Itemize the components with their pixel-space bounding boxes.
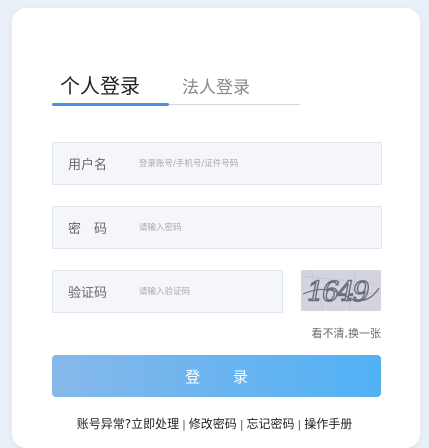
username-field: 用户名 [52, 142, 382, 185]
username-input[interactable] [139, 143, 339, 184]
user-manual-link[interactable]: 操作手册 [304, 417, 352, 431]
password-field: 密 码 [52, 206, 382, 249]
active-tab-indicator [52, 103, 169, 106]
login-button[interactable]: 登 录 [52, 355, 381, 397]
password-input[interactable] [139, 207, 339, 248]
captcha-graphic: 1649 [301, 270, 381, 311]
account-exception-link[interactable]: 账号异常?立即处理 [77, 417, 179, 431]
login-tabs: 个人登录 法人登录 [52, 70, 300, 106]
refresh-captcha-link[interactable]: 看不清,换一张 [312, 325, 382, 341]
separator: | [239, 418, 244, 431]
tab-legal-login[interactable]: 法人登录 [182, 73, 250, 98]
forgot-password-link[interactable]: 忘记密码 [247, 417, 295, 431]
footer-links: 账号异常?立即处理 | 修改密码 | 忘记密码 | 操作手册 [0, 415, 429, 432]
captcha-input[interactable] [139, 271, 269, 312]
tab-personal-login[interactable]: 个人登录 [60, 70, 140, 99]
change-password-link[interactable]: 修改密码 [189, 417, 237, 431]
username-label: 用户名 [68, 158, 108, 173]
password-label: 密 码 [68, 222, 108, 237]
captcha-label: 验证码 [68, 286, 108, 301]
captcha-field: 验证码 [52, 270, 283, 313]
separator: | [297, 418, 302, 431]
captcha-image[interactable]: 1649 [301, 270, 381, 311]
separator: | [182, 418, 186, 431]
